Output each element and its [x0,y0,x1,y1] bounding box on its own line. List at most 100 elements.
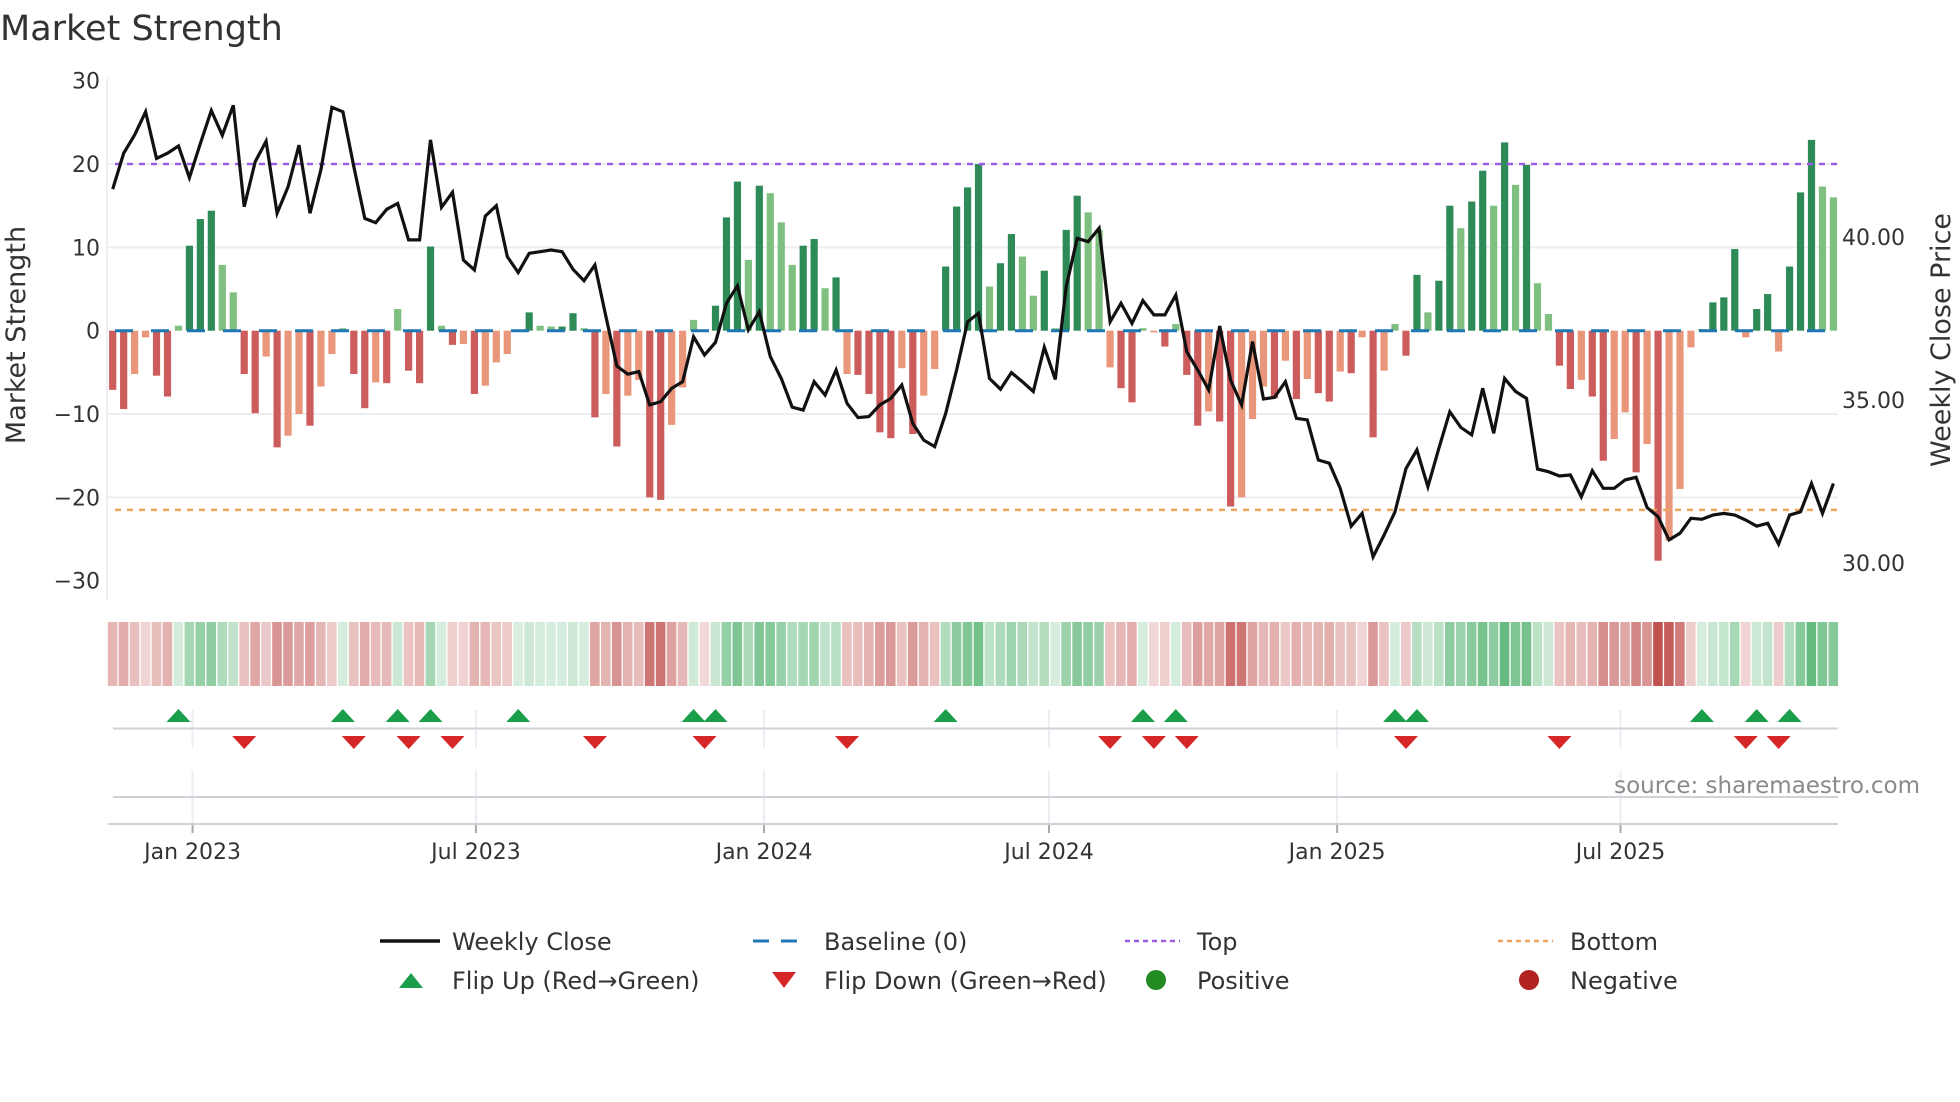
heat-cell [1061,622,1071,686]
heat-cell [140,622,151,686]
strength-bar [996,263,1005,331]
heat-cell [1324,622,1334,686]
heat-cell [524,622,534,686]
strength-bar [953,206,961,331]
strength-bar [1829,197,1838,331]
heat-cell [666,622,677,686]
heat-cell [1225,622,1236,686]
heat-cell [864,622,874,686]
strength-bar [481,330,489,386]
strength-bar [974,164,983,331]
heat-cell [294,622,304,686]
heat-cell [1521,622,1532,686]
strength-bar [1490,205,1498,331]
flip-down-marker [835,736,860,749]
market-strength-chart: Market Strength 30 20 10 0 −10 −20 −30 40.00 35.… [0,9,1957,995]
strength-bar [1731,249,1739,331]
strength-bar [1555,330,1564,366]
legend-label: Flip Up (Red→Green) [452,967,700,995]
heat-cell [1675,622,1685,686]
legend-label: Bottom [1570,928,1658,956]
heat-cell [1149,622,1159,686]
heat-cell [1390,622,1400,686]
strength-heat-strip [107,622,1839,686]
strength-bar [887,330,895,439]
strength-bar [1577,330,1585,380]
strength-bar [766,193,774,331]
heat-cell [151,622,162,686]
strength-bar [1566,330,1574,390]
heat-cell [546,622,556,686]
strength-bar [131,330,139,375]
flip-down-marker [341,736,366,749]
strength-bar [1785,266,1794,331]
strength-bar [1007,234,1016,331]
strength-bar [854,330,862,375]
heat-cell [721,622,732,686]
heat-cell [469,622,480,686]
strength-bar [1588,330,1596,397]
heat-cell [1269,622,1280,686]
legend-label: Negative [1570,967,1678,995]
heat-cell [1707,622,1718,686]
strength-bar [415,330,424,384]
strength-bar [668,330,676,425]
heat-cell [502,622,512,686]
strength-bar [372,330,380,383]
flip-up-marker [1404,709,1429,722]
strength-bar [262,330,270,357]
heat-cell [677,622,688,686]
strength-bar [832,277,840,331]
strength-bar [141,330,150,338]
heat-cell [1587,622,1597,686]
flip-up-marker [418,709,443,722]
heat-cell [842,622,852,686]
strength-bar [1676,330,1684,490]
y-tick-label: 0 [86,320,100,345]
heat-cell [1773,622,1784,686]
strength-bar [350,330,358,375]
strength-bar [207,210,215,331]
x-tick-label: Jul 2024 [1002,840,1094,865]
flip-up-marker [681,709,706,722]
heat-cell [425,622,436,686]
flip-down-marker [440,736,465,749]
strength-bar [591,330,599,418]
strength-bar [920,330,928,396]
heat-cell [1291,622,1302,686]
strength-bar [1468,201,1476,331]
y-tick-label: −10 [54,403,100,428]
heat-cell [644,622,655,686]
strength-bar [1709,302,1717,331]
heat-cell [1510,622,1521,686]
strength-bar [1511,184,1520,331]
heat-cell [918,622,929,686]
strength-bar [799,245,807,331]
strength-bar [317,330,325,387]
heat-cell [1697,622,1707,686]
heat-cell [513,622,523,686]
heat-cell [535,622,545,686]
strength-bar [1369,330,1377,438]
heat-cell [118,622,129,686]
heat-cell [458,622,469,686]
heat-cell [611,622,622,686]
flip-up-marker [933,709,958,722]
flip-up-marker [1744,709,1769,722]
heat-cell [173,622,184,686]
heat-cell [1543,622,1554,686]
strength-bar [1687,330,1695,348]
heat-cell [1751,622,1762,686]
flip-up-marker [506,709,531,722]
heat-cell [1105,622,1115,686]
y2-tick-label: 40.00 [1842,226,1905,251]
strength-bar [624,330,632,396]
heat-cell [962,622,973,686]
strength-bar [1654,330,1662,561]
flip-down-marker [232,736,257,749]
heat-cell [129,622,140,686]
heat-cell [743,622,754,686]
strength-bar [1457,228,1465,331]
strength-bar [1435,280,1443,331]
heat-cell [1817,622,1828,686]
